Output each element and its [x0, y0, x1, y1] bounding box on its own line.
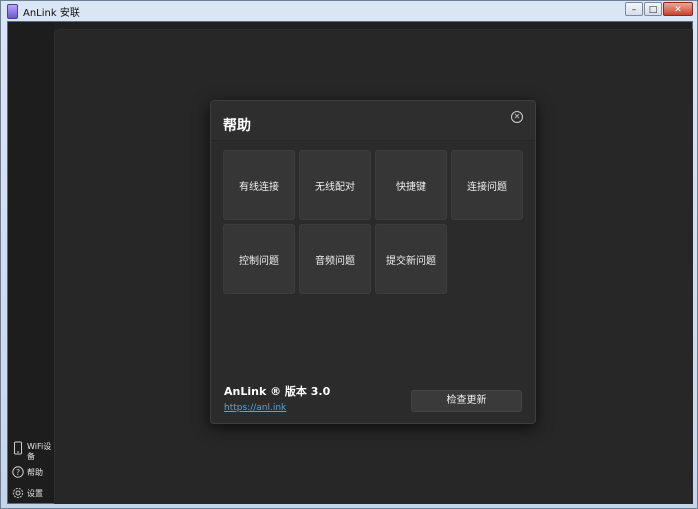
sidebar-item-wifi-devices[interactable]: WiFi设备 — [8, 439, 54, 461]
sidebar-item-label: 帮助 — [27, 468, 43, 477]
tile-connection-issues[interactable]: 连接问题 — [451, 150, 523, 220]
title-bar[interactable]: AnLink 安联 – □ ✕ — [1, 1, 697, 21]
tile-shortcuts[interactable]: 快捷键 — [375, 150, 447, 220]
check-update-button[interactable]: 检查更新 — [411, 390, 522, 412]
tile-control-issues[interactable]: 控制问题 — [223, 224, 295, 294]
dialog-title: 帮助 — [223, 118, 251, 134]
tile-audio-issues[interactable]: 音频问题 — [299, 224, 371, 294]
svg-text:?: ? — [16, 468, 20, 477]
window-title: AnLink 安联 — [23, 8, 80, 19]
dialog-header: 帮助 ✕ — [211, 101, 535, 141]
sidebar-item-help[interactable]: ? 帮助 — [8, 464, 54, 484]
close-icon[interactable]: ✕ — [511, 111, 523, 123]
close-button[interactable]: ✕ — [663, 2, 693, 16]
tile-submit-new-issue[interactable]: 提交新问题 — [375, 224, 447, 294]
help-dialog: 帮助 ✕ 有线连接 无线配对 快捷键 连接问题 控制问题 音频问题 提交新问题 … — [210, 100, 536, 424]
sidebar: WiFi设备 ? 帮助 设置 — [8, 22, 54, 503]
website-link[interactable]: https://anl.ink — [224, 403, 286, 413]
sidebar-item-settings[interactable]: 设置 — [8, 485, 54, 505]
help-icon: ? — [12, 466, 24, 480]
tile-wired-connection[interactable]: 有线连接 — [223, 150, 295, 220]
phone-icon — [12, 441, 24, 455]
minimize-button[interactable]: – — [625, 2, 643, 16]
sidebar-item-label: WiFi设备 — [27, 442, 52, 461]
maximize-button[interactable]: □ — [644, 2, 662, 16]
tile-wireless-pairing[interactable]: 无线配对 — [299, 150, 371, 220]
gear-icon — [12, 487, 24, 501]
app-icon — [7, 4, 18, 19]
version-text: AnLink ® 版本 3.0 — [224, 385, 331, 398]
sidebar-item-label: 设置 — [27, 489, 43, 498]
